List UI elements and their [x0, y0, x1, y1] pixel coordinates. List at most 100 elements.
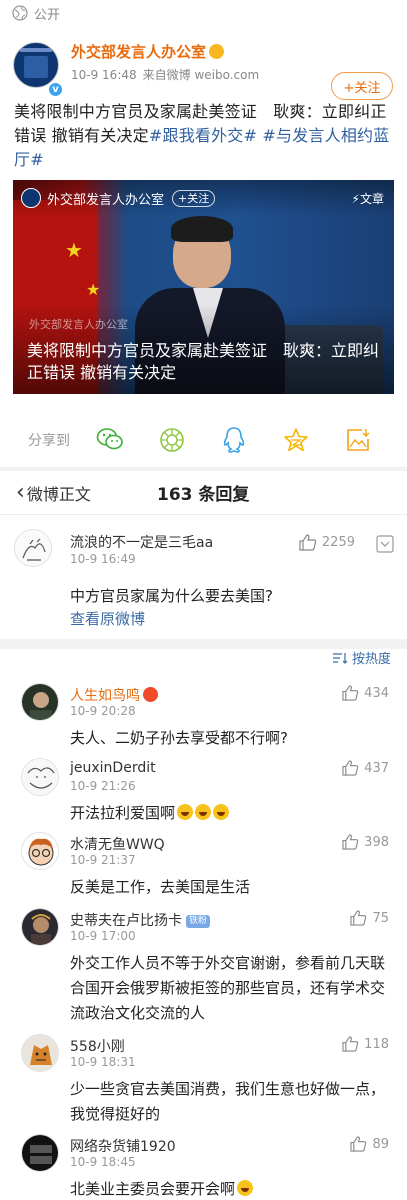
comment-body: 开法拉利爱国啊: [70, 804, 176, 822]
comment-time: 10-9 18:31: [70, 1055, 136, 1069]
like-button[interactable]: 75: [350, 910, 389, 926]
like-button[interactable]: 2259: [299, 534, 355, 551]
comment-author[interactable]: 人生如鸟鸣: [70, 688, 140, 704]
qq-icon[interactable]: [221, 426, 248, 454]
list-item: 水清无鱼WWQ 10-9 21:37 398 反美是工作，去美国是生活: [0, 832, 407, 896]
article-label: 文章: [359, 192, 384, 206]
card-header: 外交部发言人办公室 +关注: [21, 188, 216, 208]
share-row: 分享到: [0, 420, 407, 460]
like-button[interactable]: 437: [342, 760, 389, 776]
back-button[interactable]: ‹ 微博正文: [16, 481, 91, 505]
star-icon: ★: [86, 280, 101, 299]
vip-badge-icon: [209, 44, 225, 59]
list-item: 史蒂夫在卢比扬卡 铁粉 10-9 17:00 75 外交工作人员不等于外交官谢谢，…: [0, 908, 407, 1022]
avatar[interactable]: [21, 1034, 59, 1072]
original-comment: 流浪的不一定是三毛aa 10-9 16:49 2259 中方官员家属为什么要去美…: [0, 515, 407, 639]
verified-icon: v: [47, 81, 64, 98]
author-name[interactable]: 外交部发言人办公室: [71, 43, 206, 61]
share-label: 分享到: [28, 433, 70, 449]
visibility-bar: 公开: [0, 0, 407, 26]
like-count: 118: [364, 1036, 389, 1052]
comment-time: 10-9 20:28: [70, 704, 136, 718]
wechat-icon[interactable]: [96, 426, 124, 454]
thumbs-up-icon: [342, 1036, 359, 1052]
comment-author[interactable]: 流浪的不一定是三毛aa: [70, 532, 213, 552]
list-item: 人生如鸟鸣 10-9 20:28 434 夫人、二奶子孙去享受都不行啊?: [0, 683, 407, 747]
topic-tag-diplomacy[interactable]: #跟我看外交#: [149, 126, 257, 145]
comment-author[interactable]: 网络杂货铺1920: [70, 1136, 176, 1156]
comment-time: 10-9 21:26: [70, 779, 136, 793]
globe-icon: [12, 5, 28, 21]
comment-text: 北美业主委员会要开会啊: [70, 1177, 387, 1200]
visibility-label: 公开: [34, 7, 61, 23]
comment-author[interactable]: jeuxinDerdit: [70, 760, 156, 776]
comment-text: 少一些贪官去美国消费，我们生意也好做一点，我觉得挺好的: [70, 1080, 386, 1123]
avatar[interactable]: [21, 758, 59, 796]
avatar[interactable]: [21, 908, 59, 946]
list-item: jeuxinDerdit 10-9 21:26 437 开法拉利爱国啊: [0, 758, 407, 822]
reply-count: 163 条回复: [157, 485, 250, 505]
view-original-link[interactable]: 查看原微博: [70, 608, 145, 629]
like-button[interactable]: 434: [342, 685, 389, 701]
reply-header: ‹ 微博正文 163 条回复: [0, 471, 407, 515]
post-source: 来自微博 weibo.com: [142, 68, 260, 82]
comment-text: 外交工作人员不等于外交官谢谢，参看前几天联合国开会俄罗斯被拒签的那些官员，还有学…: [70, 954, 386, 1022]
thumbs-up-icon: [299, 534, 317, 551]
thumbs-up-icon: [342, 685, 359, 701]
comment-text: 夫人、二奶子孙去享受都不行啊?: [70, 729, 288, 747]
like-count: 2259: [321, 535, 355, 550]
avatar[interactable]: [21, 832, 59, 870]
comment-time: 10-9 18:45: [70, 1155, 136, 1169]
back-label: 微博正文: [26, 484, 91, 504]
post-header: v 外交部发言人办公室 10-9 16:48 来自微博 weibo.com +关注: [0, 26, 407, 100]
avatar[interactable]: [14, 529, 52, 567]
like-button[interactable]: 89: [350, 1136, 389, 1152]
sort-icon: [332, 652, 348, 664]
article-tag: ⚡文章: [352, 190, 384, 207]
like-count: 398: [364, 834, 389, 850]
smirk-emoji-icon: [237, 1180, 254, 1196]
thumbs-up-icon: [342, 834, 359, 850]
star-icon: ★: [65, 238, 83, 262]
sort-button[interactable]: 按热度: [332, 648, 391, 667]
laugh-emoji-icon: [213, 804, 230, 820]
comment-text: 开法拉利爱国啊: [70, 801, 387, 826]
list-item: 558小刚 10-9 18:31 118 少一些贪官去美国消费，我们生意也好做一…: [0, 1034, 407, 1124]
comment-author[interactable]: 史蒂夫在卢比扬卡: [70, 913, 182, 929]
moments-icon[interactable]: [159, 426, 186, 454]
comment-time: 10-9 17:00: [70, 929, 136, 943]
card-author-name: 外交部发言人办公室: [47, 192, 165, 208]
lightning-icon: ⚡: [351, 192, 360, 206]
thumbs-up-icon: [342, 760, 359, 776]
card-title: 美将限制中方官员及家属赴美签证 耿爽：立即纠正错误 撤销有关决定: [27, 341, 380, 382]
save-image-icon[interactable]: [345, 426, 372, 454]
qzone-icon[interactable]: [283, 426, 310, 454]
card-follow-button[interactable]: +关注: [172, 189, 216, 207]
like-count: 75: [372, 910, 389, 926]
vip-badge-icon: [143, 687, 158, 702]
like-button[interactable]: 398: [342, 834, 389, 850]
avatar[interactable]: [21, 683, 59, 721]
article-card[interactable]: ★ ★ 外交部发言人办公室 +关注 ⚡文章 外交部发言人办公室 美将限制中方官员…: [13, 180, 394, 394]
like-count: 434: [364, 685, 389, 701]
comment-text: 反美是工作，去美国是生活: [70, 878, 251, 896]
avatar[interactable]: [21, 1134, 59, 1172]
card-author-avatar: [21, 188, 41, 208]
comment-author[interactable]: 558小刚: [70, 1036, 125, 1056]
like-button[interactable]: 118: [342, 1036, 389, 1052]
comment-time: 10-9 16:49: [70, 552, 136, 566]
thumbs-up-icon: [350, 1136, 367, 1152]
card-watermark: 外交部发言人办公室: [29, 318, 128, 331]
follow-button[interactable]: +关注: [331, 72, 393, 100]
list-item: 网络杂货铺1920 10-9 18:45 89 北美业主委员会要开会啊: [0, 1134, 407, 1200]
thumbs-up-icon: [350, 910, 367, 926]
post-time: 10-9 16:48: [71, 68, 137, 82]
more-options-icon[interactable]: [375, 534, 395, 554]
like-count: 89: [372, 1136, 389, 1152]
sort-label: 按热度: [351, 652, 391, 667]
chevron-left-icon: ‹: [16, 479, 25, 505]
laugh-emoji-icon: [195, 804, 212, 820]
laugh-emoji-icon: [177, 804, 194, 820]
comment-time: 10-9 21:37: [70, 853, 136, 867]
comment-author[interactable]: 水清无鱼WWQ: [70, 834, 165, 854]
